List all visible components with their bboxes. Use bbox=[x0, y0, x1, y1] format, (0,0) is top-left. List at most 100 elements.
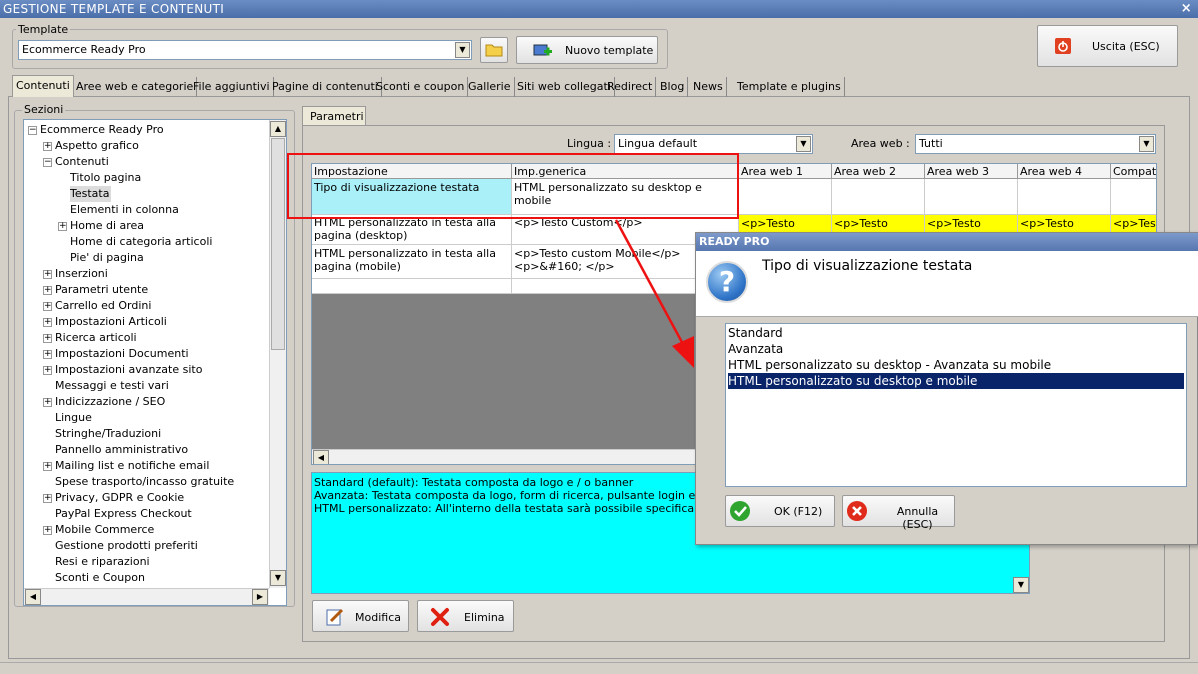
tree-expander-icon[interactable]: + bbox=[43, 462, 52, 471]
tree-item[interactable]: Spese trasporto/incasso gratuite bbox=[55, 474, 236, 490]
col-header[interactable]: Compatib bbox=[1111, 164, 1156, 179]
tab-sconti-coupon[interactable]: Sconti e coupon bbox=[373, 77, 469, 97]
grid-cell-area[interactable]: <p>Testo bbox=[925, 215, 1018, 233]
tree-item[interactable]: Privacy, GDPR e Cookie bbox=[55, 490, 186, 506]
tree-item[interactable]: Home di area bbox=[70, 218, 146, 234]
option-avanzata[interactable]: Avanzata bbox=[728, 341, 1184, 357]
col-header[interactable]: Area web 1 bbox=[739, 164, 832, 179]
tree-item[interactable]: Carrello ed Ordini bbox=[55, 298, 153, 314]
tree-expander-icon[interactable]: + bbox=[43, 302, 52, 311]
template-select[interactable]: Ecommerce Ready Pro ▼ bbox=[18, 40, 472, 60]
scroll-thumb[interactable] bbox=[271, 138, 285, 350]
tree-item[interactable]: Ricerca articoli bbox=[55, 330, 139, 346]
grid-cell-setting[interactable]: HTML personalizzato in testa alla pagina… bbox=[312, 215, 512, 245]
tab-file-aggiuntivi[interactable]: File aggiuntivi bbox=[190, 77, 274, 97]
tab-gallerie[interactable]: Gallerie bbox=[465, 77, 515, 97]
tree-item[interactable]: Titolo pagina bbox=[70, 170, 143, 186]
tree-item[interactable]: Pie' di pagina bbox=[70, 250, 146, 266]
grid-cell-area[interactable] bbox=[832, 179, 925, 215]
tree-item[interactable]: Pannello amministrativo bbox=[55, 442, 190, 458]
tree-expander-icon[interactable]: + bbox=[43, 318, 52, 327]
tree-item[interactable]: Lingue bbox=[55, 410, 94, 426]
delete-button[interactable]: Elimina bbox=[417, 600, 514, 632]
chevron-down-icon[interactable]: ▼ bbox=[455, 42, 470, 58]
tab-pagine-contenuti[interactable]: Pagine di contenuti bbox=[269, 77, 382, 97]
new-template-button[interactable]: Nuovo template bbox=[516, 36, 658, 64]
area-web-select[interactable]: Tutti ▼ bbox=[915, 134, 1156, 154]
tab-redirect[interactable]: Redirect bbox=[604, 77, 657, 97]
tree-item[interactable]: Aspetto grafico bbox=[55, 138, 141, 154]
tree-item[interactable]: Messaggi e testi vari bbox=[55, 378, 171, 394]
scroll-down-icon[interactable]: ▼ bbox=[270, 570, 286, 586]
option-standard[interactable]: Standard bbox=[728, 325, 1184, 341]
tree-item[interactable]: Mobile Commerce bbox=[55, 522, 156, 538]
grid-cell-empty[interactable] bbox=[312, 279, 512, 294]
tab-blog[interactable]: Blog bbox=[657, 77, 689, 97]
tab-parametri[interactable]: Parametri bbox=[302, 106, 366, 126]
tree-expander-icon[interactable]: + bbox=[43, 270, 52, 279]
cancel-button[interactable]: Annulla (ESC) bbox=[842, 495, 955, 531]
grid-cell-area[interactable] bbox=[739, 179, 832, 215]
tree-item[interactable]: Impostazioni Documenti bbox=[55, 346, 191, 362]
tree-expander-icon[interactable]: + bbox=[43, 398, 52, 407]
tree-expander-icon[interactable]: − bbox=[28, 126, 37, 135]
tree-expander-icon[interactable]: + bbox=[43, 494, 52, 503]
tree-item[interactable]: Elementi in colonna bbox=[70, 202, 181, 218]
tab-template-plugins[interactable]: Template e plugins bbox=[734, 77, 845, 97]
scroll-left-icon[interactable]: ◀ bbox=[25, 589, 41, 605]
col-header[interactable]: Area web 3 bbox=[925, 164, 1018, 179]
tree-item[interactable]: Stringhe/Traduzioni bbox=[55, 426, 163, 442]
grid-cell-area[interactable] bbox=[1111, 179, 1156, 215]
tab-contenuti[interactable]: Contenuti bbox=[12, 75, 74, 97]
scroll-right-icon[interactable]: ▶ bbox=[252, 589, 268, 605]
lingua-select[interactable]: Lingua default ▼ bbox=[614, 134, 813, 154]
grid-cell-area[interactable]: <p>Testo bbox=[832, 215, 925, 233]
tree-item[interactable]: Inserzioni bbox=[55, 266, 110, 282]
grid-cell-area[interactable]: <p>Testo bbox=[1018, 215, 1111, 233]
tab-siti-web[interactable]: Siti web collegati bbox=[514, 77, 615, 97]
modify-button[interactable]: Modifica bbox=[312, 600, 409, 632]
tree-expander-icon[interactable]: + bbox=[58, 222, 67, 231]
tree-item[interactable]: Home di categoria articoli bbox=[70, 234, 214, 250]
tab-aree-web[interactable]: Aree web e categorie bbox=[73, 77, 198, 97]
grid-cell-setting[interactable]: HTML personalizzato in testa alla pagina… bbox=[312, 245, 512, 279]
option-html-desktop-avanzata-mobile[interactable]: HTML personalizzato su desktop - Avanzat… bbox=[728, 357, 1184, 373]
col-header[interactable]: Area web 4 bbox=[1018, 164, 1111, 179]
tree-expander-icon[interactable]: + bbox=[43, 334, 52, 343]
chevron-down-icon[interactable]: ▼ bbox=[796, 136, 811, 152]
tree-item[interactable]: Testata bbox=[70, 186, 112, 202]
scroll-up-icon[interactable]: ▲ bbox=[270, 121, 286, 137]
close-icon[interactable]: × bbox=[1181, 0, 1192, 18]
tree-item[interactable]: Sconti e Coupon bbox=[55, 570, 147, 586]
grid-cell-area[interactable] bbox=[1018, 179, 1111, 215]
tree-expander-icon[interactable]: + bbox=[43, 366, 52, 375]
tree-item[interactable]: PayPal Express Checkout bbox=[55, 506, 194, 522]
tree-item[interactable]: Indicizzazione / SEO bbox=[55, 394, 167, 410]
options-list[interactable]: Standard Avanzata HTML personalizzato su… bbox=[725, 323, 1187, 487]
tree-expander-icon[interactable]: + bbox=[43, 142, 52, 151]
tree-item[interactable]: Impostazioni Articoli bbox=[55, 314, 169, 330]
col-header[interactable]: Area web 2 bbox=[832, 164, 925, 179]
tree-item[interactable]: Ecommerce Ready Pro bbox=[40, 122, 166, 138]
tree-hscrollbar[interactable]: ◀ ▶ bbox=[24, 588, 269, 605]
tree-item[interactable]: Contenuti bbox=[55, 154, 111, 170]
tree-scrollbar[interactable]: ▲ ▼ bbox=[269, 120, 286, 588]
tree-item[interactable]: Gestione prodotti preferiti bbox=[55, 538, 200, 554]
tree-item[interactable]: Impostazioni avanzate sito bbox=[55, 362, 204, 378]
tree-item[interactable]: Mailing list e notifiche email bbox=[55, 458, 211, 474]
chevron-down-icon[interactable]: ▼ bbox=[1139, 136, 1154, 152]
ok-button[interactable]: OK (F12) bbox=[725, 495, 835, 527]
tree-expander-icon[interactable]: + bbox=[43, 350, 52, 359]
tree-expander-icon[interactable]: − bbox=[43, 158, 52, 167]
exit-button[interactable]: Uscita (ESC) bbox=[1037, 25, 1178, 67]
tree-item[interactable]: Resi e riparazioni bbox=[55, 554, 152, 570]
scroll-down-icon[interactable]: ▼ bbox=[1013, 577, 1029, 593]
tree-expander-icon[interactable]: + bbox=[43, 286, 52, 295]
option-html-desktop-mobile[interactable]: HTML personalizzato su desktop e mobile bbox=[728, 373, 1184, 389]
grid-cell-area[interactable] bbox=[925, 179, 1018, 215]
open-folder-button[interactable] bbox=[480, 37, 508, 63]
grid-cell-area[interactable]: <p>Test bbox=[1111, 215, 1156, 233]
scroll-left-icon[interactable]: ◀ bbox=[313, 450, 329, 464]
sections-tree[interactable]: − Ecommerce Ready Pro + Aspetto grafico − Con… bbox=[23, 119, 287, 606]
grid-cell-area[interactable]: <p>Testo bbox=[739, 215, 832, 233]
